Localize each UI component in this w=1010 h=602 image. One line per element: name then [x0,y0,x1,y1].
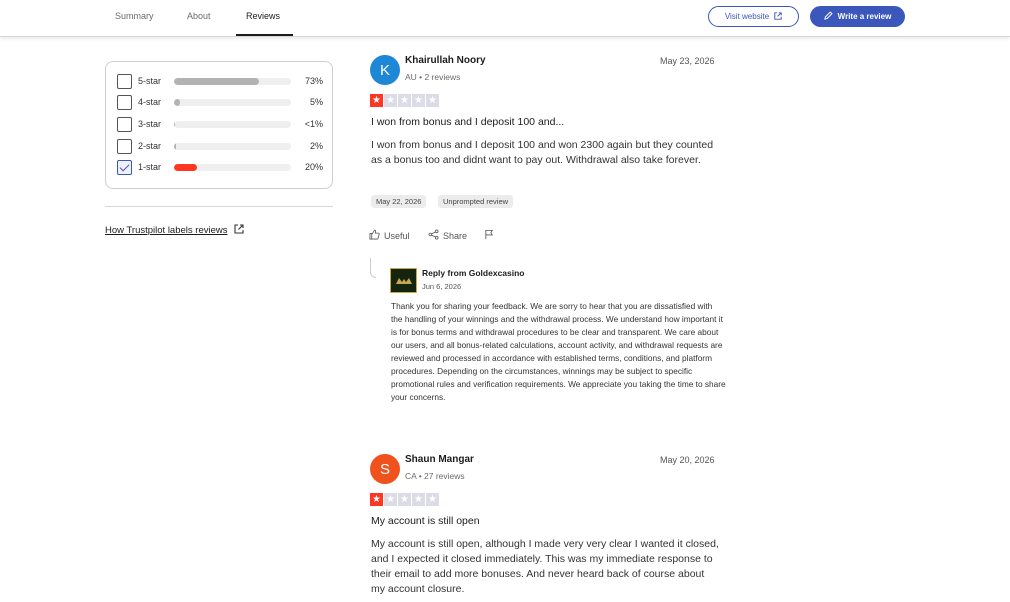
filter-percent: 20% [304,162,323,172]
experience-date-badge: May 22, 2026 [371,195,427,208]
filter-row-2-star[interactable]: 2-star 2% [117,139,323,155]
filter-checkbox[interactable] [117,117,132,132]
reply-connector [370,258,376,278]
divider [105,206,333,207]
filter-label: 3-star [138,119,162,129]
filter-bar-fill [174,78,260,85]
filter-checkbox[interactable] [117,95,132,110]
external-link-icon [233,224,244,237]
how-link-label: How Trustpilot labels reviews [105,225,228,236]
filter-bar-track [174,99,291,106]
tab-reviews[interactable]: Reviews [246,11,280,21]
avatar[interactable]: K [370,55,400,85]
filter-bar-track [174,164,291,171]
filter-bar-fill [174,99,180,106]
company-logo[interactable] [390,268,417,293]
filter-checkbox[interactable] [117,160,132,175]
star-filter-panel: 5-star 73% 4-star 5% 3-star <1% 2-star 2… [105,61,333,189]
share-button[interactable]: Share [428,229,467,242]
how-trustpilot-labels-link[interactable]: How Trustpilot labels reviews [105,224,244,237]
avatar-initial: S [379,460,390,478]
filter-row-5-star[interactable]: 5-star 73% [117,74,323,90]
flag-icon [484,229,495,242]
filter-bar-track [174,78,291,85]
reply-body: Thank you for sharing your feedback. We … [391,301,726,402]
reviewer-meta: CA • 27 reviews [405,471,465,481]
reviewer-name[interactable]: Shaun Mangar [405,454,474,465]
star-icon: ★ [398,493,411,506]
share-icon [428,229,439,242]
pencil-icon [823,11,833,22]
filter-bar-fill [174,143,177,150]
useful-button[interactable]: Useful [369,229,410,242]
filter-row-4-star[interactable]: 4-star 5% [117,95,323,111]
share-label: Share [443,230,468,241]
write-review-label: Write a review [837,12,892,21]
star-icon: ★ [426,493,439,506]
star-icon: ★ [426,94,439,107]
tab-about[interactable]: About [187,11,211,21]
tab-summary[interactable]: Summary [115,11,154,21]
filter-label: 4-star [138,97,162,107]
star-icon: ★ [370,94,383,107]
star-icon: ★ [412,94,425,107]
filter-bar-track [174,143,291,150]
filter-checkbox[interactable] [117,139,132,154]
avatar[interactable]: S [370,454,400,484]
review-title[interactable]: I won from bonus and I deposit 100 and..… [371,116,564,128]
review-date: May 20, 2026 [660,455,715,465]
unprompted-review-badge[interactable]: Unprompted review [438,195,514,208]
top-nav: Summary About Reviews Visit website Writ… [0,0,1010,37]
useful-label: Useful [384,230,410,241]
filter-percent: <1% [304,119,323,129]
filter-label: 1-star [138,162,162,172]
filter-checkbox[interactable] [117,74,132,89]
filter-percent: 73% [304,76,323,86]
reply-date: Jun 6, 2026 [422,282,462,291]
reviewer-meta: AU • 2 reviews [405,72,461,82]
review-title[interactable]: My account is still open [371,515,480,527]
star-rating: ★ ★ ★ ★ ★ [370,493,439,506]
visit-website-label: Visit website [724,12,770,21]
star-icon: ★ [412,493,425,506]
filter-bar-fill [174,164,198,171]
reply-from: Reply from Goldexcasino [422,268,525,278]
write-review-button[interactable]: Write a review [810,6,905,27]
filter-row-1-star[interactable]: 1-star 20% [117,160,323,176]
report-button[interactable] [484,229,495,242]
filter-label: 2-star [138,141,162,151]
filter-bar-track [174,121,291,128]
star-icon: ★ [398,94,411,107]
star-icon: ★ [384,493,397,506]
filter-bar-fill [174,121,176,128]
star-icon: ★ [384,94,397,107]
thumbs-up-icon [369,229,380,242]
visit-website-button[interactable]: Visit website [708,6,799,27]
star-icon: ★ [370,493,383,506]
avatar-initial: K [379,61,390,79]
review-date: May 23, 2026 [660,56,715,66]
star-rating: ★ ★ ★ ★ ★ [370,94,439,107]
external-link-icon [774,11,782,22]
review-body: I won from bonus and I deposit 100 and w… [371,139,714,166]
review-body: My account is still open, although I mad… [371,538,719,595]
reviewer-name[interactable]: Khairullah Noory [405,55,486,66]
active-tab-indicator [236,34,293,36]
filter-percent: 5% [309,97,323,107]
filter-label: 5-star [138,76,162,86]
filter-row-3-star[interactable]: 3-star <1% [117,117,323,133]
filter-percent: 2% [309,141,323,151]
